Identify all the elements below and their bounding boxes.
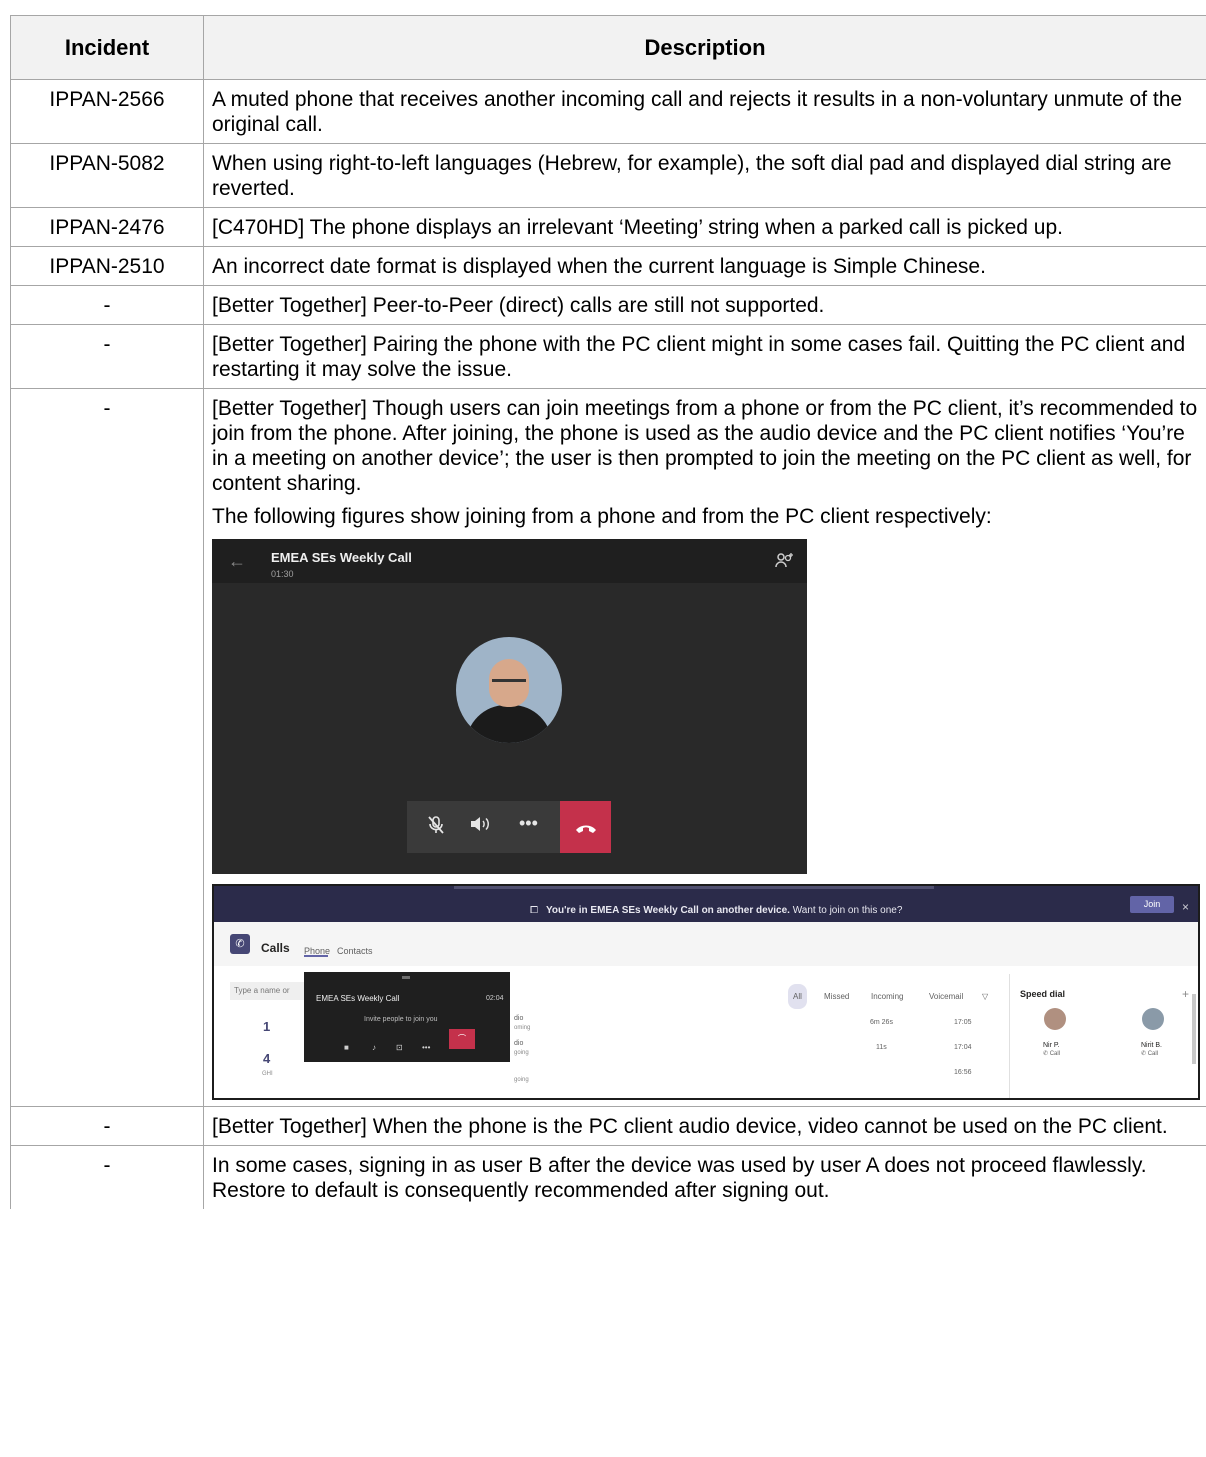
incident-description: A muted phone that receives another inco…	[203, 79, 1206, 144]
incident-id: IPPAN-2566	[10, 79, 204, 144]
share-icon[interactable]: ⊡	[396, 1035, 403, 1060]
hang-up-icon[interactable]: ⌒	[449, 1029, 475, 1049]
table-row: IPPAN-2476 [C470HD] The phone displays a…	[10, 207, 1206, 247]
mini-call-window: EMEA SEs Weekly Call 02:04 Invite people…	[304, 972, 510, 1062]
history-time: 16:56	[954, 1069, 972, 1076]
incident-description: When using right-to-left languages (Hebr…	[203, 143, 1206, 208]
tab-contacts[interactable]: Contacts	[337, 939, 373, 964]
table-row: - In some cases, signing in as user B af…	[10, 1145, 1206, 1209]
speed-dial-call[interactable]: ✆ Call	[1141, 1042, 1158, 1067]
add-icon[interactable]: +	[1182, 982, 1189, 1007]
meeting-timer: 01:30	[271, 569, 294, 579]
more-icon[interactable]: •••	[422, 1035, 430, 1060]
history-sub: going	[514, 1050, 529, 1056]
video-off-icon[interactable]: ■	[344, 1035, 349, 1060]
incident-id: -	[10, 1145, 204, 1209]
table-row: - [Better Together] When the phone is th…	[10, 1106, 1206, 1146]
join-banner-text: ⧠ You're in EMEA SEs Weekly Call on anoth…	[530, 905, 903, 916]
history-time: 17:05	[954, 1019, 972, 1026]
phone-icon: ✆	[230, 934, 250, 954]
table-header-row: Incident Description	[10, 15, 1206, 80]
filter-incoming[interactable]: Incoming	[871, 984, 903, 1009]
incident-header: Incident	[10, 15, 204, 80]
hang-up-icon[interactable]	[560, 801, 611, 853]
document-page: Incident Description IPPAN-2566 A muted …	[0, 0, 1206, 1457]
table-row: - [Better Together] Though users can joi…	[10, 388, 1206, 1107]
history-duration: 11s	[876, 1044, 887, 1051]
scrollbar[interactable]	[1192, 994, 1196, 1064]
incident-id: -	[10, 1106, 204, 1146]
filter-missed[interactable]: Missed	[824, 984, 849, 1009]
back-arrow-icon: ←	[228, 551, 246, 571]
incident-id: IPPAN-5082	[10, 143, 204, 208]
history-sub: going	[514, 1077, 529, 1083]
speed-dial-title: Speed dial	[1020, 989, 1066, 999]
call-controls: •••	[407, 801, 611, 853]
close-icon[interactable]: ×	[1182, 895, 1189, 920]
incident-id: IPPAN-2510	[10, 246, 204, 286]
pc-client-screenshot: ⧠ You're in EMEA SEs Weekly Call on anoth…	[212, 884, 1200, 1100]
incident-description: [Better Together] When the phone is the …	[203, 1106, 1206, 1146]
invite-text: Invite people to join you	[364, 1016, 438, 1023]
table-row: - [Better Together] Peer-to-Peer (direct…	[10, 285, 1206, 325]
avatar[interactable]	[1142, 1008, 1164, 1030]
description-header: Description	[203, 15, 1206, 80]
people-icon	[775, 551, 795, 576]
incident-description: [Better Together] Peer-to-Peer (direct) …	[203, 285, 1206, 325]
table-row: IPPAN-2510 An incorrect date format is d…	[10, 246, 1206, 286]
filter-all[interactable]: All	[788, 984, 807, 1009]
table-row: IPPAN-5082 When using right-to-left lang…	[10, 143, 1206, 208]
table-row: IPPAN-2566 A muted phone that receives a…	[10, 79, 1206, 144]
participant-avatar	[456, 637, 562, 743]
incident-id: -	[10, 285, 204, 325]
dial-key-4-letters: GHI	[262, 1071, 273, 1077]
table-row: - [Better Together] Pairing the phone wi…	[10, 324, 1206, 389]
incident-id: -	[10, 324, 204, 389]
calls-title: Calls	[261, 941, 290, 955]
dial-key-1[interactable]: 1	[263, 1014, 270, 1039]
join-button[interactable]: Join	[1130, 896, 1174, 913]
more-icon[interactable]: •••	[519, 811, 538, 836]
history-duration: 6m 26s	[870, 1019, 893, 1026]
incident-description: An incorrect date format is displayed wh…	[203, 246, 1206, 286]
avatar[interactable]	[1044, 1008, 1066, 1030]
incident-description: [Better Together] Though users can join …	[203, 388, 1206, 1107]
incident-id: -	[10, 388, 204, 1107]
mic-off-icon[interactable]	[427, 815, 445, 842]
incident-description: [Better Together] Pairing the phone with…	[203, 324, 1206, 389]
incident-description: [C470HD] The phone displays an irrelevan…	[203, 207, 1206, 247]
speaker-icon[interactable]	[469, 815, 491, 840]
known-issues-table: Incident Description IPPAN-2566 A muted …	[10, 15, 1206, 1209]
incident-id: IPPAN-2476	[10, 207, 204, 247]
mic-icon[interactable]: ♪	[372, 1035, 376, 1060]
mini-call-timer: 02:04	[486, 995, 504, 1002]
history-time: 17:04	[954, 1044, 972, 1051]
incident-description: In some cases, signing in as user B afte…	[203, 1145, 1206, 1209]
phone-meeting-screenshot: ← EMEA SEs Weekly Call 01:30 •••	[212, 539, 807, 874]
speed-dial-call[interactable]: ✆ Call	[1043, 1042, 1060, 1067]
filter-voicemail[interactable]: Voicemail	[929, 984, 963, 1009]
tab-phone[interactable]: Phone	[304, 939, 330, 964]
filter-icon[interactable]: ▽	[982, 984, 988, 1009]
